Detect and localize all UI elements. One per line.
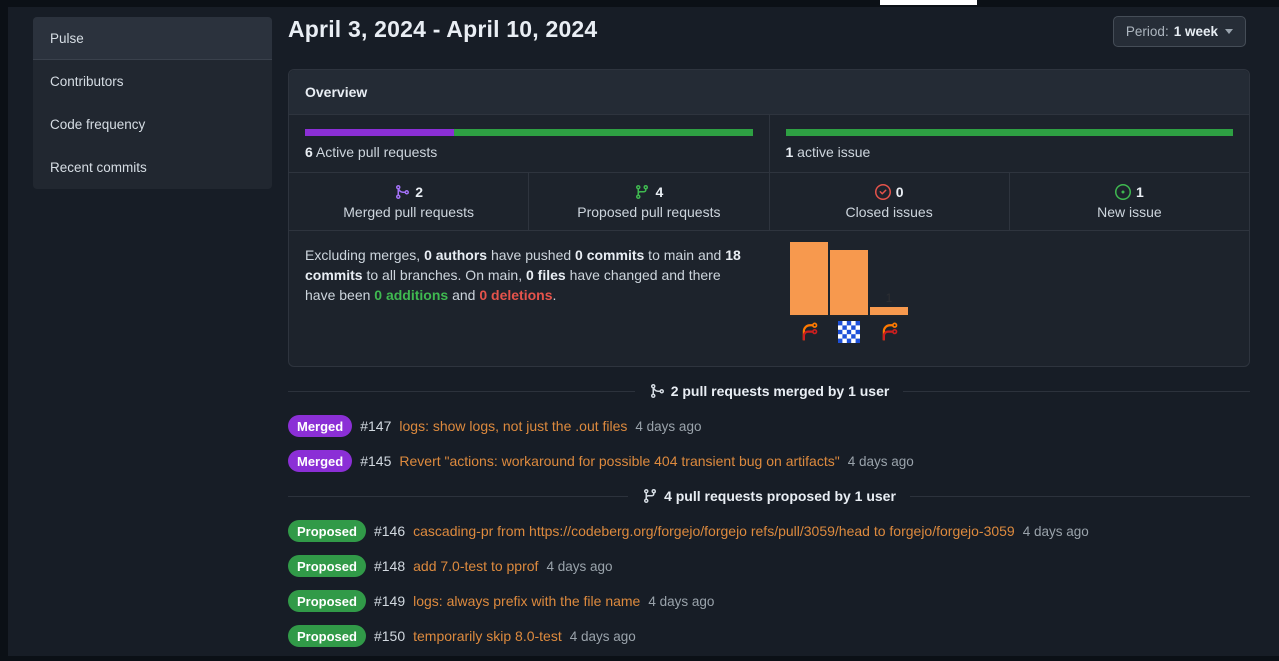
- merged-progress-segment: [305, 129, 454, 136]
- git-branch-icon: [642, 488, 658, 504]
- commit-bar: 9: [790, 239, 828, 315]
- timestamp: 4 days ago: [648, 594, 714, 609]
- overview-panel-title: Overview: [289, 70, 1249, 115]
- timestamp: 4 days ago: [570, 629, 636, 644]
- proposed-prs-heading: 4 pull requests proposed by 1 user: [288, 485, 1250, 507]
- timestamp: 4 days ago: [1023, 524, 1089, 539]
- status-badge: Proposed: [288, 625, 366, 647]
- commit-bar: 1: [870, 239, 908, 315]
- timestamp: 4 days ago: [635, 419, 701, 434]
- period-dropdown-button[interactable]: Period: 1 week: [1113, 16, 1246, 47]
- commit-summary-text: Excluding merges, 0 authors have pushed …: [289, 231, 770, 366]
- merged-prs-heading: 2 pull requests merged by 1 user: [288, 380, 1250, 402]
- git-branch-icon: [634, 184, 650, 200]
- sidebar-item-pulse[interactable]: Pulse: [33, 17, 272, 60]
- pr-number: #149: [374, 593, 405, 609]
- pr-row: Proposed #150 temporarily skip 8.0-test …: [288, 625, 1250, 647]
- page-header: April 3, 2024 - April 10, 2024 Period: 1…: [288, 16, 1250, 64]
- forgejo-logo-avatar[interactable]: [878, 321, 900, 343]
- pr-number: #147: [360, 418, 391, 434]
- issues-progress-bar: [786, 129, 1234, 136]
- active-issues: 1 active issue: [769, 115, 1250, 172]
- sidebar-item-contributors[interactable]: Contributors: [33, 60, 272, 103]
- pr-number: #146: [374, 523, 405, 539]
- active-issue-label: 1 active issue: [786, 144, 1234, 160]
- pull-requests-progress-bar: [305, 129, 753, 136]
- git-merge-icon: [649, 383, 665, 399]
- chevron-down-icon: [1225, 29, 1233, 34]
- chart-avatars: [790, 321, 1249, 343]
- status-badge: Proposed: [288, 590, 366, 612]
- pr-title-link[interactable]: logs: show logs, not just the .out files: [399, 418, 627, 434]
- pr-title-link[interactable]: add 7.0-test to pprof: [413, 558, 538, 574]
- timestamp: 4 days ago: [848, 454, 914, 469]
- status-badge: Merged: [288, 415, 352, 437]
- status-badge: Proposed: [288, 520, 366, 542]
- sidebar-item-code-frequency[interactable]: Code frequency: [33, 103, 272, 146]
- stat-new-issue: 1 New issue: [1009, 173, 1249, 230]
- commits-per-user-chart: 9 8 1: [770, 231, 1249, 366]
- pr-number: #150: [374, 628, 405, 644]
- pr-row: Merged #147 logs: show logs, not just th…: [288, 415, 1250, 437]
- pr-title-link[interactable]: Revert "actions: workaround for possible…: [399, 453, 839, 469]
- pr-row: Proposed #149 logs: always prefix with t…: [288, 590, 1250, 612]
- pr-row: Proposed #148 add 7.0-test to pprof 4 da…: [288, 555, 1250, 577]
- stat-closed-issues: 0 Closed issues: [769, 173, 1009, 230]
- commit-bars: 9 8 1: [790, 239, 1249, 315]
- pr-title-link[interactable]: cascading-pr from https://codeberg.org/f…: [413, 523, 1015, 539]
- stat-merged-pull-requests: 2 Merged pull requests: [289, 173, 528, 230]
- issue-closed-icon: [875, 184, 891, 200]
- period-value: 1 week: [1174, 24, 1218, 39]
- stat-proposed-pull-requests: 4 Proposed pull requests: [528, 173, 768, 230]
- pr-number: #145: [360, 453, 391, 469]
- main-content: April 3, 2024 - April 10, 2024 Period: 1…: [288, 16, 1250, 661]
- active-pr-label: 6 Active pull requests: [305, 144, 753, 160]
- commit-bar: 8: [830, 239, 868, 315]
- status-badge: Merged: [288, 450, 352, 472]
- summary-row: Excluding merges, 0 authors have pushed …: [289, 231, 1249, 366]
- chart-baseline: [790, 315, 910, 317]
- period-label: Period:: [1126, 24, 1169, 39]
- page-title: April 3, 2024 - April 10, 2024: [288, 16, 1250, 43]
- git-merge-icon: [394, 184, 410, 200]
- active-counts-row: 6 Active pull requests 1 active issue: [289, 115, 1249, 173]
- top-tab-indicator: [880, 0, 977, 5]
- pr-title-link[interactable]: logs: always prefix with the file name: [413, 593, 640, 609]
- status-badge: Proposed: [288, 555, 366, 577]
- sidebar-item-recent-commits[interactable]: Recent commits: [33, 146, 272, 189]
- activity-sidebar: Pulse Contributors Code frequency Recent…: [33, 17, 272, 189]
- stats-row: 2 Merged pull requests 4 Proposed pull r…: [289, 173, 1249, 231]
- active-pull-requests: 6 Active pull requests: [289, 115, 769, 172]
- overview-panel: Overview 6 Active pull requests 1 active…: [288, 69, 1250, 367]
- pulse-page: Pulse Contributors Code frequency Recent…: [8, 7, 1279, 656]
- activity-sections: 2 pull requests merged by 1 user Merged …: [288, 380, 1250, 661]
- pr-number: #148: [374, 558, 405, 574]
- pr-row: Proposed #146 cascading-pr from https://…: [288, 520, 1250, 542]
- identicon-avatar[interactable]: [838, 321, 860, 343]
- pr-row: Merged #145 Revert "actions: workaround …: [288, 450, 1250, 472]
- pr-title-link[interactable]: temporarily skip 8.0-test: [413, 628, 562, 644]
- issue-opened-icon: [1115, 184, 1131, 200]
- timestamp: 4 days ago: [546, 559, 612, 574]
- forgejo-logo-avatar[interactable]: [798, 321, 820, 343]
